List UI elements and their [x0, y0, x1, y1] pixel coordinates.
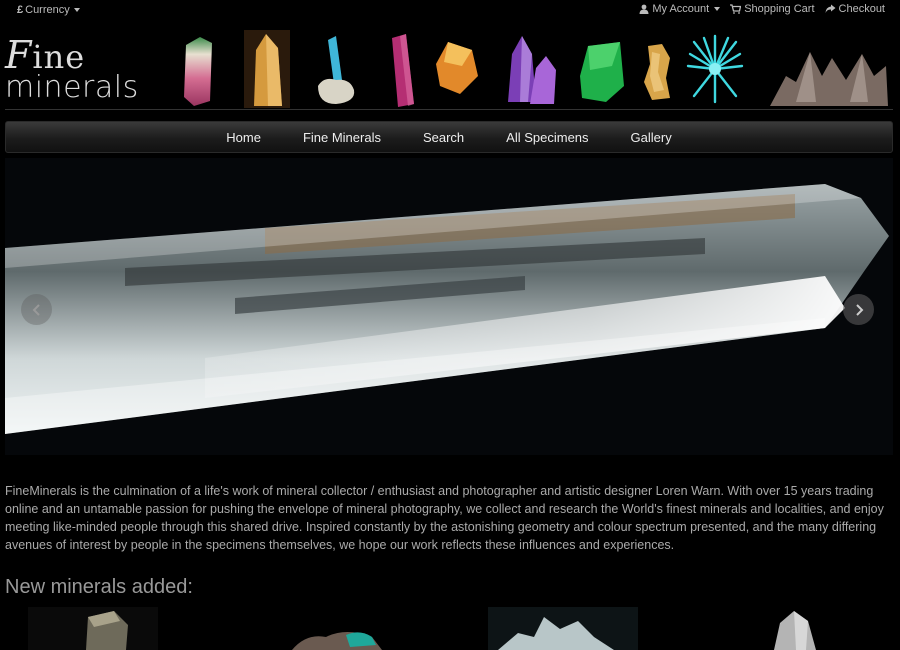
logo-line-1: Fine — [5, 33, 86, 77]
amethyst-crystal-image — [508, 36, 556, 104]
nav-item-home[interactable]: Home — [205, 122, 282, 152]
main-navigation: Home Fine Minerals Search All Specimens … — [5, 121, 893, 153]
aquamarine-crystal-image — [318, 36, 355, 104]
site-logo[interactable]: Fine minerals — [5, 36, 139, 103]
smoky-quartz-cluster-image — [770, 52, 888, 106]
shopping-cart-label: Shopping Cart — [744, 3, 815, 15]
pink-tourmaline-image — [392, 34, 414, 107]
my-account-label: My Account — [652, 3, 710, 15]
dioptase-specimen-thumbnail[interactable] — [286, 607, 386, 650]
citrine-crystal-image — [244, 30, 290, 108]
new-minerals-heading: New minerals added: — [5, 576, 193, 598]
top-bar: £ Currency My Account Shopping Cart Chec… — [0, 0, 900, 22]
gold-specimen-image — [644, 44, 670, 100]
cavansite-spray-image — [686, 34, 744, 104]
intro-paragraph: FineMinerals is the culmination of a lif… — [5, 484, 884, 552]
slider-next-button[interactable] — [843, 294, 874, 325]
pyrite-specimen-thumbnail[interactable] — [28, 607, 158, 650]
nav-item-search[interactable]: Search — [402, 122, 485, 152]
my-account-dropdown[interactable]: My Account — [639, 3, 721, 15]
user-icon — [639, 4, 649, 14]
nav-item-all-specimens[interactable]: All Specimens — [485, 122, 609, 152]
nav-item-fine-minerals[interactable]: Fine Minerals — [282, 122, 402, 152]
checkout-label: Checkout — [838, 3, 885, 15]
share-arrow-icon — [825, 4, 836, 13]
account-links: My Account Shopping Cart Checkout — [639, 3, 885, 15]
green-fluorite-image — [580, 42, 624, 102]
quartz-crystal-slide-image — [5, 158, 893, 455]
quartz-point-thumbnail[interactable] — [766, 607, 826, 650]
slider-prev-button[interactable] — [21, 294, 52, 325]
cart-icon — [730, 4, 742, 14]
hero-slider — [5, 158, 893, 455]
shopping-cart-link[interactable]: Shopping Cart — [730, 3, 815, 15]
checkout-link[interactable]: Checkout — [825, 3, 885, 15]
caret-down-icon — [73, 8, 80, 12]
tourmaline-crystal-image — [184, 37, 212, 106]
pound-icon: £ — [17, 4, 24, 16]
calcite-specimen-thumbnail[interactable] — [488, 607, 638, 650]
logo-line-2: minerals — [5, 70, 139, 105]
caret-down-icon — [714, 7, 721, 11]
chevron-right-icon — [855, 303, 863, 316]
site-header: Fine minerals — [0, 22, 900, 112]
nav-item-gallery[interactable]: Gallery — [610, 122, 693, 152]
chevron-left-icon — [32, 303, 40, 316]
wulfenite-crystal-image — [436, 42, 478, 94]
currency-label: Currency — [25, 4, 70, 16]
header-divider — [5, 109, 893, 110]
currency-dropdown[interactable]: £ Currency — [17, 4, 80, 16]
